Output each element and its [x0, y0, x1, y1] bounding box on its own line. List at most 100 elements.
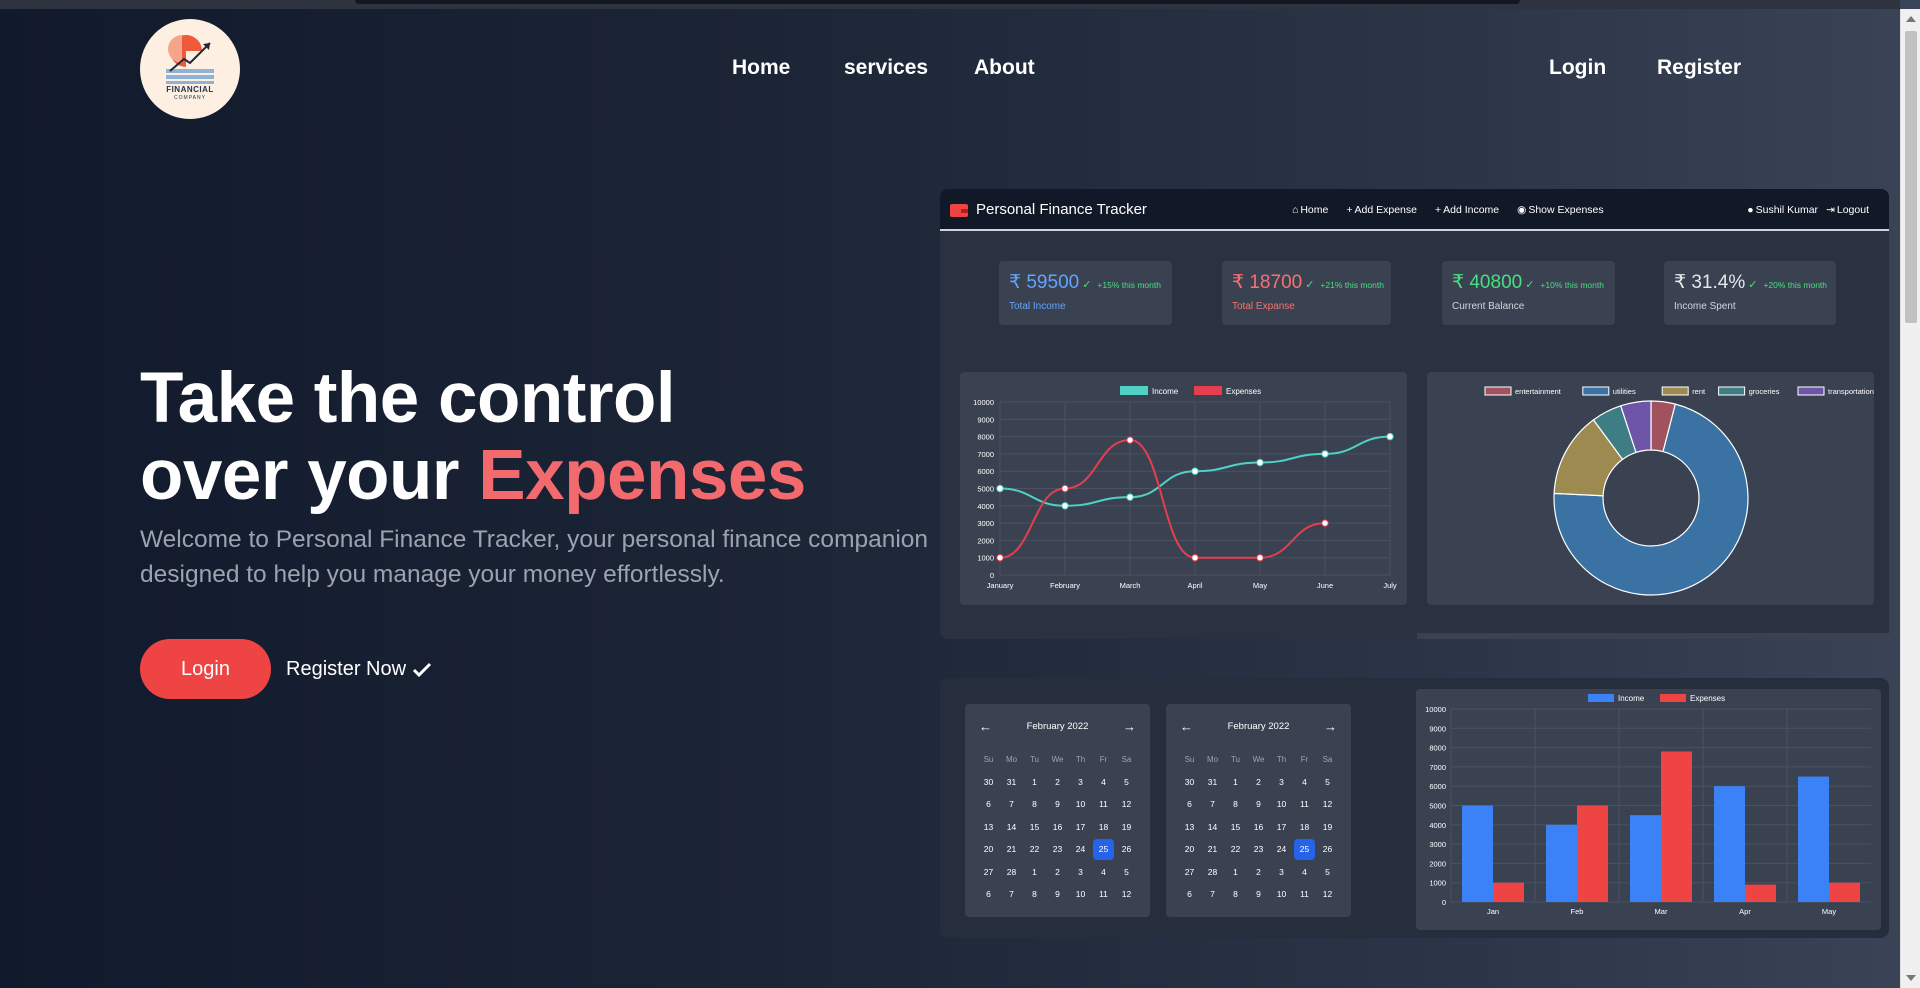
calendar-day[interactable]: 6	[1178, 883, 1201, 906]
calendar-day[interactable]: 9	[1046, 883, 1069, 906]
calendar-day[interactable]: 6	[977, 883, 1000, 906]
nav-register[interactable]: Register	[1657, 56, 1741, 80]
calendar-day[interactable]: 25	[1093, 839, 1114, 860]
hero-register-button[interactable]: Register Now	[286, 658, 432, 681]
calendar-day[interactable]: 15	[1023, 816, 1046, 839]
calendar-day[interactable]: 4	[1092, 861, 1115, 884]
arrow-left-icon[interactable]: ←	[979, 719, 992, 734]
calendar-day[interactable]: 18	[1092, 816, 1115, 839]
calendar-day[interactable]: 3	[1069, 771, 1092, 794]
hero-login-button[interactable]: Login	[140, 639, 271, 699]
calendar-day[interactable]: 3	[1270, 771, 1293, 794]
calendar-day[interactable]: 5	[1316, 861, 1339, 884]
calendar-day[interactable]: 11	[1293, 793, 1316, 816]
calendar-day[interactable]: 2	[1046, 861, 1069, 884]
calendar-day[interactable]: 2	[1247, 861, 1270, 884]
calendar-day[interactable]: 31	[1000, 771, 1023, 794]
calendar-day[interactable]: 24	[1069, 838, 1092, 861]
calendar-day[interactable]: 12	[1115, 793, 1138, 816]
dash-logout[interactable]: ⇥ Logout	[1826, 204, 1869, 216]
calendar-day[interactable]: 18	[1293, 816, 1316, 839]
calendar-day[interactable]: 11	[1092, 793, 1115, 816]
calendar-day[interactable]: 10	[1069, 793, 1092, 816]
calendar-day[interactable]: 2	[1247, 771, 1270, 794]
dash-nav-add-expense[interactable]: + Add Expense	[1346, 204, 1417, 216]
calendar-day[interactable]: 7	[1000, 883, 1023, 906]
dash-nav-home[interactable]: ⌂ Home	[1292, 204, 1328, 216]
calendar-day[interactable]: 26	[1115, 838, 1138, 861]
calendar-day[interactable]: 3	[1270, 861, 1293, 884]
scrollbar-thumb[interactable]	[1905, 31, 1917, 323]
calendar-day[interactable]: 2	[1046, 771, 1069, 794]
calendar-day[interactable]: 4	[1293, 861, 1316, 884]
calendar-day[interactable]: 25	[1294, 839, 1315, 860]
calendar-day[interactable]: 21	[1000, 838, 1023, 861]
calendar-day[interactable]: 5	[1316, 771, 1339, 794]
nav-login[interactable]: Login	[1549, 56, 1606, 80]
calendar-day[interactable]: 5	[1115, 861, 1138, 884]
arrow-right-icon[interactable]: →	[1123, 719, 1136, 734]
arrow-left-icon[interactable]: ←	[1180, 719, 1193, 734]
calendar-day[interactable]: 10	[1069, 883, 1092, 906]
calendar-day[interactable]: 8	[1224, 793, 1247, 816]
calendar-day[interactable]: 20	[1178, 838, 1201, 861]
calendar-day[interactable]: 7	[1201, 793, 1224, 816]
dash-nav-show-expenses[interactable]: ◉ Show Expenses	[1517, 204, 1603, 216]
calendar-day[interactable]: 19	[1115, 816, 1138, 839]
calendar-day[interactable]: 9	[1247, 883, 1270, 906]
calendar-day[interactable]: 5	[1115, 771, 1138, 794]
calendar-day[interactable]: 14	[1201, 816, 1224, 839]
calendar-day[interactable]: 4	[1293, 771, 1316, 794]
calendar-day[interactable]: 20	[977, 838, 1000, 861]
nav-services[interactable]: services	[844, 56, 928, 80]
calendar-day[interactable]: 17	[1069, 816, 1092, 839]
calendar-day[interactable]: 10	[1270, 793, 1293, 816]
calendar-day[interactable]: 8	[1023, 793, 1046, 816]
page-scrollbar[interactable]	[1900, 9, 1920, 988]
calendar-day[interactable]: 27	[1178, 861, 1201, 884]
calendar-day[interactable]: 1	[1023, 771, 1046, 794]
calendar-day[interactable]: 13	[1178, 816, 1201, 839]
calendar-day[interactable]: 28	[1201, 861, 1224, 884]
calendar-day[interactable]: 9	[1046, 793, 1069, 816]
calendar-day[interactable]: 17	[1270, 816, 1293, 839]
calendar-day[interactable]: 26	[1316, 838, 1339, 861]
calendar-day[interactable]: 12	[1115, 883, 1138, 906]
calendar-day[interactable]: 1	[1023, 861, 1046, 884]
company-logo[interactable]: FINANCIAL COMPANY	[140, 19, 240, 119]
nav-about[interactable]: About	[974, 56, 1035, 80]
calendar-day[interactable]: 14	[1000, 816, 1023, 839]
calendar-day[interactable]: 1	[1224, 861, 1247, 884]
calendar-day[interactable]: 12	[1316, 793, 1339, 816]
calendar-day[interactable]: 4	[1092, 771, 1115, 794]
calendar-day[interactable]: 19	[1316, 816, 1339, 839]
calendar-day[interactable]: 28	[1000, 861, 1023, 884]
calendar-day[interactable]: 7	[1201, 883, 1224, 906]
scroll-up-icon[interactable]	[1906, 16, 1916, 22]
calendar-day[interactable]: 8	[1224, 883, 1247, 906]
calendar-day[interactable]: 27	[977, 861, 1000, 884]
dash-user[interactable]: ● Sushil Kumar	[1747, 204, 1818, 216]
calendar-day[interactable]: 30	[1178, 771, 1201, 794]
nav-home[interactable]: Home	[732, 56, 790, 80]
calendar-day[interactable]: 23	[1247, 838, 1270, 861]
calendar-day[interactable]: 15	[1224, 816, 1247, 839]
calendar-day[interactable]: 16	[1247, 816, 1270, 839]
calendar-day[interactable]: 21	[1201, 838, 1224, 861]
calendar-day[interactable]: 8	[1023, 883, 1046, 906]
calendar-day[interactable]: 9	[1247, 793, 1270, 816]
calendar-day[interactable]: 6	[1178, 793, 1201, 816]
calendar-day[interactable]: 3	[1069, 861, 1092, 884]
calendar-day[interactable]: 22	[1224, 838, 1247, 861]
arrow-right-icon[interactable]: →	[1324, 719, 1337, 734]
calendar-day[interactable]: 31	[1201, 771, 1224, 794]
calendar-day[interactable]: 11	[1293, 883, 1316, 906]
calendar-day[interactable]: 23	[1046, 838, 1069, 861]
calendar-day[interactable]: 7	[1000, 793, 1023, 816]
calendar-day[interactable]: 16	[1046, 816, 1069, 839]
calendar-day[interactable]: 6	[977, 793, 1000, 816]
calendar-day[interactable]: 22	[1023, 838, 1046, 861]
calendar-day[interactable]: 1	[1224, 771, 1247, 794]
calendar-day[interactable]: 30	[977, 771, 1000, 794]
scroll-down-icon[interactable]	[1906, 975, 1916, 981]
